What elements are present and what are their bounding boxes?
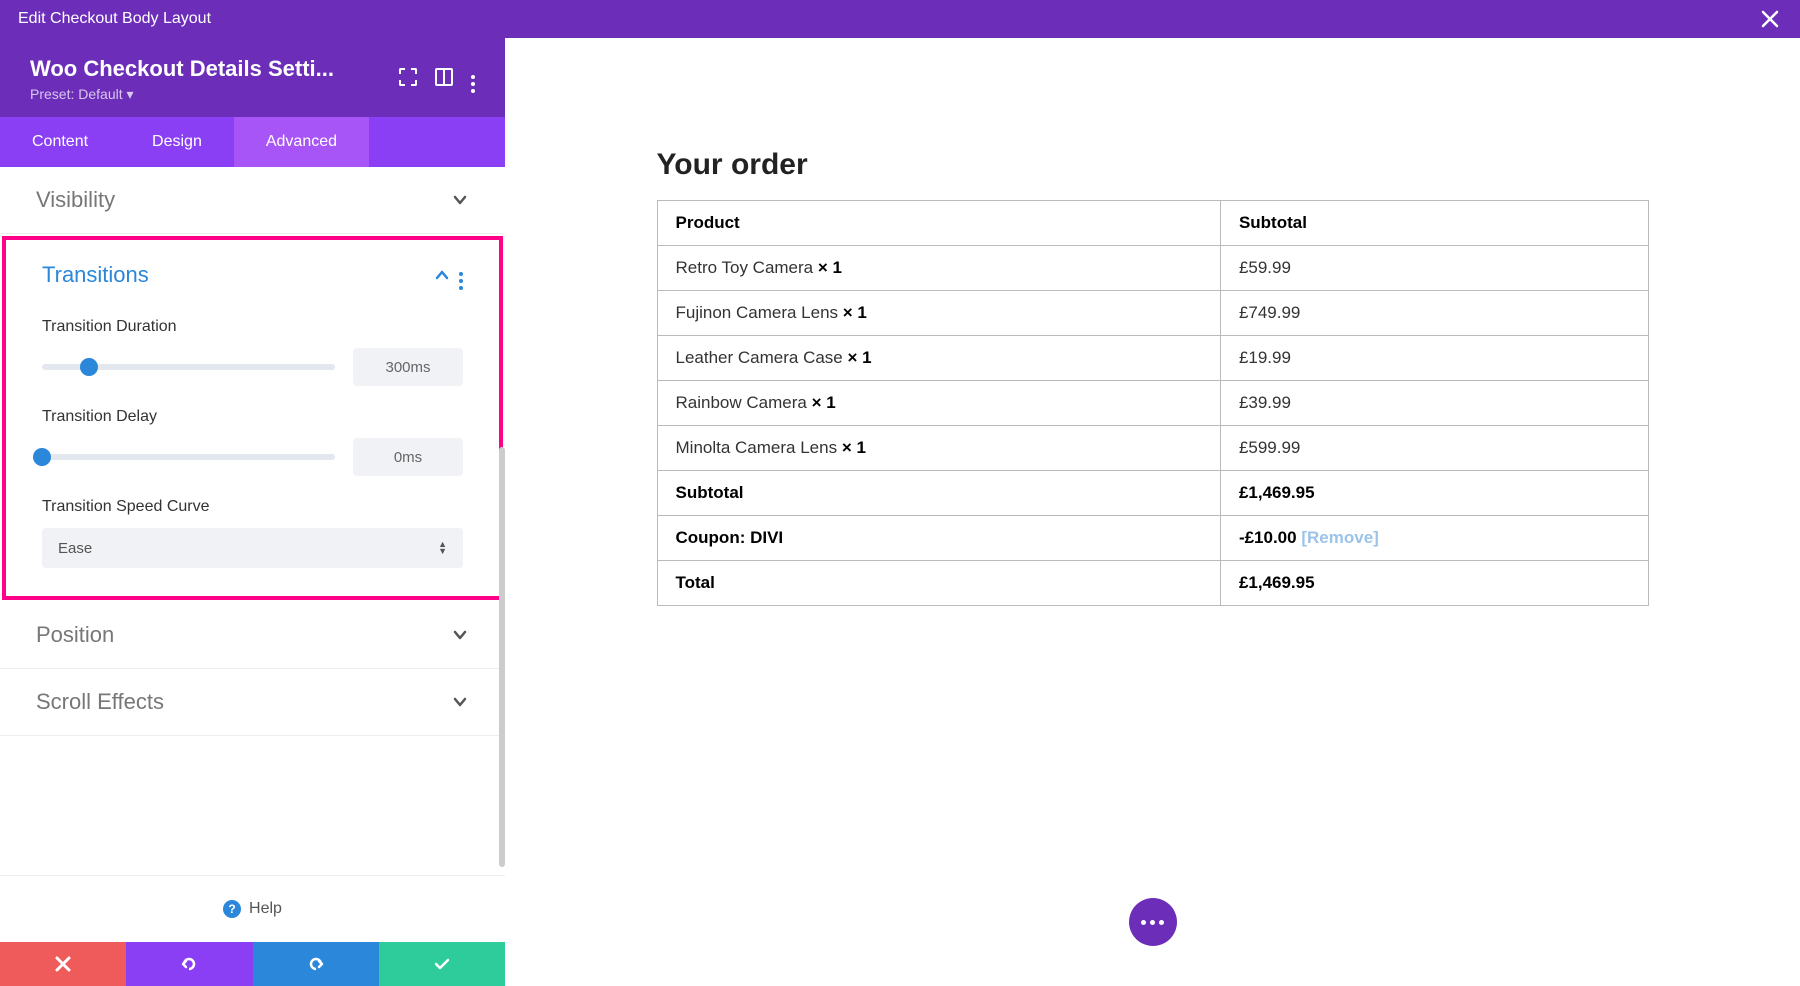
curve-value: Ease <box>58 540 92 557</box>
sidebar-body: Visibility Transitions <box>0 167 505 875</box>
chevron-up-icon <box>433 266 451 284</box>
main-wrapper: Woo Checkout Details Setti... Preset: De… <box>0 38 1800 986</box>
table-row: Rainbow Camera × 1£39.99 <box>657 381 1648 426</box>
topbar-title: Edit Checkout Body Layout <box>18 10 211 28</box>
columns-icon[interactable] <box>435 68 453 91</box>
preset-indicator[interactable]: Preset: Default ▾ <box>30 86 399 103</box>
accordion-header-position[interactable]: Position <box>0 602 505 668</box>
table-row: Retro Toy Camera × 1£59.99 <box>657 246 1648 291</box>
table-row: Leather Camera Case × 1£19.99 <box>657 336 1648 381</box>
section-title: Position <box>36 622 114 648</box>
redo-button[interactable] <box>253 942 379 986</box>
more-options-icon[interactable] <box>471 66 475 93</box>
chevron-down-icon <box>451 191 469 209</box>
product-name: Minolta Camera Lens <box>676 438 842 457</box>
price-cell: £59.99 <box>1220 246 1648 291</box>
section-title: Transitions <box>42 262 149 288</box>
accordion-transitions: Transitions Transition Duration <box>6 240 499 596</box>
duration-slider[interactable] <box>42 364 335 370</box>
preview-area: Your order Product Subtotal Retro Toy Ca… <box>505 38 1800 986</box>
select-arrows-icon: ▲▼ <box>438 541 447 555</box>
total-label: Total <box>657 561 1220 606</box>
tab-design[interactable]: Design <box>120 117 234 167</box>
help-icon: ? <box>223 900 241 918</box>
module-title: Woo Checkout Details Setti... <box>30 56 399 82</box>
price-cell: £599.99 <box>1220 426 1648 471</box>
coupon-cell: -£10.00 [Remove] <box>1220 516 1648 561</box>
chevron-down-icon <box>451 626 469 644</box>
highlighted-section: Transitions Transition Duration <box>2 236 503 600</box>
product-name: Leather Camera Case <box>676 348 848 367</box>
curve-select[interactable]: Ease ▲▼ <box>42 528 463 568</box>
accordion-header-scroll-effects[interactable]: Scroll Effects <box>0 669 505 735</box>
price-cell: £19.99 <box>1220 336 1648 381</box>
settings-tabs: Content Design Advanced <box>0 117 505 167</box>
product-cell: Leather Camera Case × 1 <box>657 336 1220 381</box>
tab-advanced[interactable]: Advanced <box>234 117 369 167</box>
slider-thumb[interactable] <box>33 448 51 466</box>
product-name: Retro Toy Camera <box>676 258 818 277</box>
accordion-header-visibility[interactable]: Visibility <box>0 167 505 233</box>
product-cell: Rainbow Camera × 1 <box>657 381 1220 426</box>
order-widget: Your order Product Subtotal Retro Toy Ca… <box>657 148 1649 606</box>
price-cell: £749.99 <box>1220 291 1648 336</box>
chevron-down-icon <box>451 693 469 711</box>
curve-label: Transition Speed Curve <box>42 498 463 516</box>
section-options-icon[interactable] <box>459 260 463 290</box>
help-row[interactable]: ? Help <box>0 875 505 942</box>
accordion-position: Position <box>0 602 505 669</box>
delay-slider[interactable] <box>42 454 335 460</box>
product-qty: × 1 <box>812 393 836 412</box>
section-title: Visibility <box>36 187 115 213</box>
remove-coupon-link[interactable]: [Remove] <box>1301 528 1378 547</box>
sidebar-footer <box>0 942 505 986</box>
product-name: Fujinon Camera Lens <box>676 303 843 322</box>
cancel-button[interactable] <box>0 942 126 986</box>
transitions-content: Transition Duration Transition Delay <box>6 318 499 596</box>
total-value: £1,469.95 <box>1220 561 1648 606</box>
undo-button[interactable] <box>126 942 252 986</box>
coupon-value: -£10.00 <box>1239 528 1297 547</box>
subtotal-label: Subtotal <box>657 471 1220 516</box>
accordion-scroll-effects: Scroll Effects <box>0 669 505 736</box>
accordion-header-transitions[interactable]: Transitions <box>6 240 499 310</box>
tab-content[interactable]: Content <box>0 117 120 167</box>
product-cell: Fujinon Camera Lens × 1 <box>657 291 1220 336</box>
product-qty: × 1 <box>818 258 842 277</box>
order-table: Product Subtotal Retro Toy Camera × 1£59… <box>657 200 1649 606</box>
save-button[interactable] <box>379 942 505 986</box>
close-icon[interactable] <box>1758 7 1782 31</box>
help-label: Help <box>249 900 282 918</box>
delay-input[interactable] <box>353 438 463 476</box>
product-cell: Minolta Camera Lens × 1 <box>657 426 1220 471</box>
product-cell: Retro Toy Camera × 1 <box>657 246 1220 291</box>
expand-icon[interactable] <box>399 68 417 91</box>
table-row: Minolta Camera Lens × 1£599.99 <box>657 426 1648 471</box>
accordion-visibility: Visibility <box>0 167 505 234</box>
page-settings-fab[interactable] <box>1129 898 1177 946</box>
duration-label: Transition Duration <box>42 318 463 336</box>
subtotal-value: £1,469.95 <box>1220 471 1648 516</box>
product-qty: × 1 <box>842 438 866 457</box>
price-cell: £39.99 <box>1220 381 1648 426</box>
duration-input[interactable] <box>353 348 463 386</box>
product-qty: × 1 <box>847 348 871 367</box>
order-title: Your order <box>657 148 1649 182</box>
delay-label: Transition Delay <box>42 408 463 426</box>
ellipsis-icon <box>1141 920 1164 925</box>
column-header-subtotal: Subtotal <box>1220 201 1648 246</box>
coupon-label: Coupon: DIVI <box>657 516 1220 561</box>
column-header-product: Product <box>657 201 1220 246</box>
settings-sidebar: Woo Checkout Details Setti... Preset: De… <box>0 38 505 986</box>
sidebar-header: Woo Checkout Details Setti... Preset: De… <box>0 38 505 117</box>
table-row: Fujinon Camera Lens × 1£749.99 <box>657 291 1648 336</box>
product-name: Rainbow Camera <box>676 393 812 412</box>
topbar: Edit Checkout Body Layout <box>0 0 1800 38</box>
section-title: Scroll Effects <box>36 689 164 715</box>
product-qty: × 1 <box>843 303 867 322</box>
slider-thumb[interactable] <box>80 358 98 376</box>
